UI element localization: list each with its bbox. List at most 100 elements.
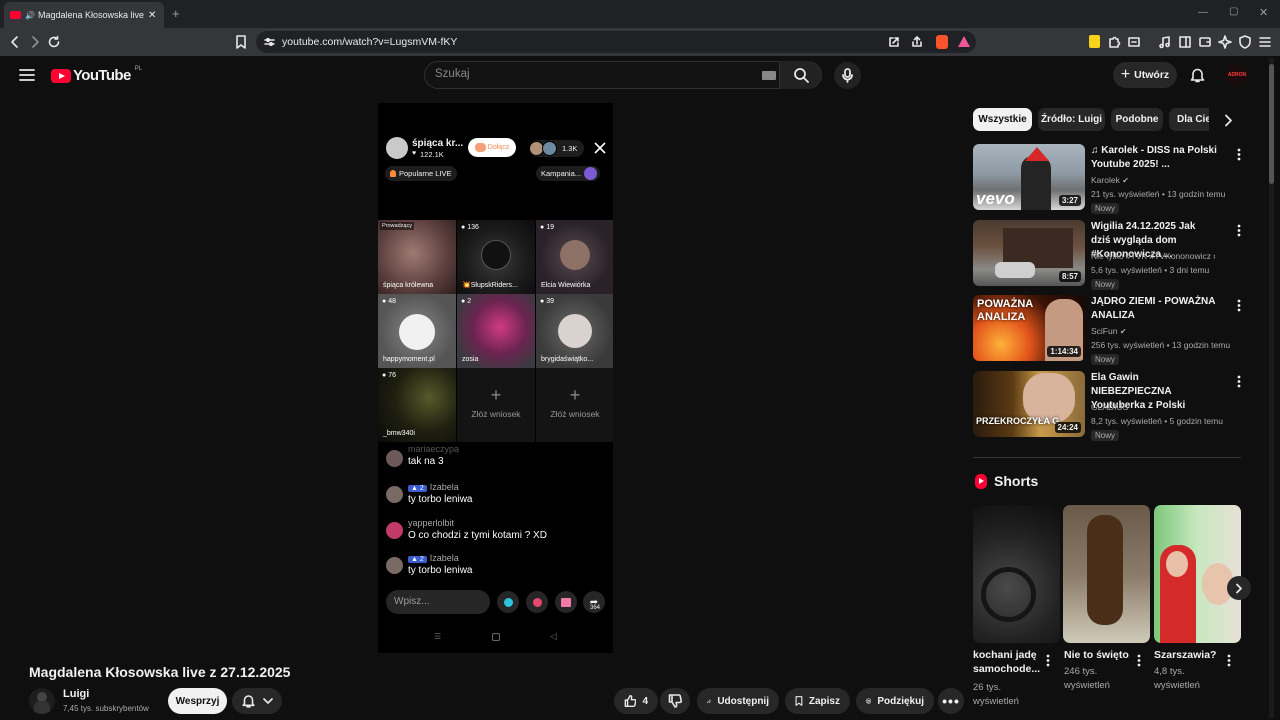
open-external-icon[interactable]: [888, 36, 900, 48]
recommended-video[interactable]: 8:57 Wigilia 24.12.2025 Jak dziś wygląda…: [973, 220, 1243, 290]
more-vert-icon[interactable]: [1046, 654, 1050, 667]
extensions-puzzle-icon[interactable]: [1107, 35, 1121, 49]
short-title[interactable]: Szarszawia?: [1154, 648, 1234, 662]
channel-name[interactable]: GLADIUS: [1091, 402, 1128, 412]
more-vert-icon[interactable]: [1137, 654, 1141, 667]
chip-related[interactable]: Podobne: [1111, 108, 1163, 131]
search-button[interactable]: [779, 61, 821, 89]
video-thumbnail[interactable]: vevo 3:27: [973, 144, 1085, 210]
video-title[interactable]: JĄDRO ZIEMI - POWAŻNA ANALIZA: [1091, 295, 1217, 323]
more-vert-icon[interactable]: [1227, 654, 1231, 667]
request-slot[interactable]: + Złóż wniosek: [536, 368, 613, 442]
recommended-video[interactable]: PRZEKROCZYŁA G 24:24 Ela Gawin NIEBEZPIE…: [973, 371, 1243, 441]
search-box[interactable]: Szukaj: [424, 61, 822, 89]
keyboard-icon[interactable]: [762, 71, 776, 80]
youtube-logo[interactable]: YouTube PL: [51, 66, 142, 84]
recommended-video[interactable]: vevo 3:27 ♫ Karolek - DISS na Polski You…: [973, 144, 1243, 214]
wallet-icon[interactable]: [1198, 35, 1212, 49]
more-vert-icon[interactable]: [1237, 299, 1241, 312]
chip-for-you[interactable]: Dla Cie: [1169, 108, 1209, 131]
brave-shields-icon[interactable]: [936, 35, 948, 49]
notifications-bell-icon[interactable]: [1190, 67, 1205, 83]
extension-icon[interactable]: [1089, 35, 1100, 48]
thanks-button[interactable]: Podziękuj: [856, 688, 934, 714]
share-button[interactable]: Udostępnij: [697, 688, 779, 714]
guests-icon[interactable]: [497, 591, 519, 613]
guest-tile[interactable]: ● 136 💥SłupskRiders...: [457, 220, 535, 294]
search-input[interactable]: Szukaj: [435, 68, 470, 80]
guest-tile[interactable]: ● 19 Elcia Wiewiórka: [536, 220, 613, 294]
chat-input[interactable]: Wpisz...: [386, 590, 490, 614]
channel-name[interactable]: Karolek ✔: [1091, 175, 1129, 185]
voice-search-button[interactable]: [834, 62, 861, 89]
more-actions-button[interactable]: •••: [938, 688, 964, 714]
scrollbar-thumb[interactable]: [1269, 64, 1274, 184]
short-thumbnail[interactable]: [973, 505, 1060, 643]
chip-source[interactable]: Źródło: Luigi: [1038, 108, 1105, 131]
page-scrollbar[interactable]: [1269, 58, 1274, 718]
channel-name[interactable]: Luigi: [63, 688, 89, 700]
video-thumbnail[interactable]: 8:57: [973, 220, 1085, 286]
rose-gift-icon[interactable]: [526, 591, 548, 613]
new-tab-button[interactable]: +: [172, 6, 180, 21]
brave-rewards-icon[interactable]: [958, 36, 970, 47]
bookmark-icon[interactable]: [235, 35, 247, 49]
back-icon[interactable]: [8, 35, 22, 49]
video-title[interactable]: ♫ Karolek - DISS na Polski Youtube 2025!…: [1091, 144, 1217, 172]
video-thumbnail[interactable]: POWAŻNA ANALIZA 1:14:34: [973, 295, 1085, 361]
shorts-next-button[interactable]: [1227, 576, 1251, 600]
hamburger-menu-icon[interactable]: [19, 68, 35, 82]
video-thumbnail[interactable]: PRZEKROCZYŁA G 24:24: [973, 371, 1085, 437]
short-title[interactable]: kochani jadę samochode...: [973, 648, 1053, 676]
close-window-button[interactable]: ✕: [1259, 6, 1268, 19]
campaign-badge[interactable]: Kampania...: [536, 166, 601, 181]
subscription-bell-button[interactable]: [232, 688, 282, 714]
minimize-button[interactable]: —: [1198, 7, 1208, 18]
site-settings-icon[interactable]: [264, 37, 275, 47]
create-button[interactable]: + Utwórz: [1113, 62, 1177, 88]
more-vert-icon[interactable]: [1237, 224, 1241, 237]
channel-avatar[interactable]: [29, 688, 55, 714]
guest-tile[interactable]: ● 76 _bmw340i: [378, 368, 456, 442]
maximize-button[interactable]: ▢: [1229, 6, 1238, 17]
short-thumbnail[interactable]: [1154, 505, 1241, 643]
music-icon[interactable]: [1158, 35, 1172, 49]
sidebar-icon[interactable]: [1178, 35, 1192, 49]
host-avatar[interactable]: [386, 137, 408, 159]
screenshot-icon[interactable]: [1127, 35, 1141, 49]
request-slot[interactable]: + Złóż wniosek: [457, 368, 535, 442]
popular-live-badge[interactable]: Popularne LIVE: [385, 166, 457, 181]
share-page-icon[interactable]: [911, 36, 923, 48]
gift-box-icon[interactable]: [555, 591, 577, 613]
more-vert-icon[interactable]: [1237, 375, 1241, 388]
guest-tile[interactable]: ● 48 happymoment.pl: [378, 294, 456, 368]
browser-menu-icon[interactable]: [1258, 35, 1272, 49]
browser-tab[interactable]: 🔊 Magdalena Kłosowska live z 27.12.2025 …: [4, 2, 164, 28]
forward-icon[interactable]: [28, 35, 42, 49]
short-title[interactable]: Nie to święto: [1064, 648, 1144, 662]
guest-tile[interactable]: ● 39 brygidaświątko...: [536, 294, 613, 368]
address-bar[interactable]: youtube.com/watch?v=LugsmVM-fKY: [256, 31, 976, 53]
channel-name[interactable]: Nie tylko #TVK #TVKononowicz #Szkoln...: [1091, 251, 1215, 261]
like-button[interactable]: 4: [614, 688, 658, 714]
video-player[interactable]: śpiąca kr... ♥ 122.1K Dołącz 1.3K Popula…: [378, 103, 613, 653]
tab-close-icon[interactable]: ✕: [148, 10, 156, 21]
vpn-shield-icon[interactable]: [1238, 35, 1252, 49]
avatar[interactable]: ADRON: [1226, 64, 1248, 86]
dislike-button[interactable]: [660, 688, 690, 714]
viewer-avatars[interactable]: 1.3K: [529, 140, 584, 157]
channel-name[interactable]: SciFun ✔: [1091, 326, 1127, 336]
chevron-right-icon[interactable]: [1223, 114, 1233, 127]
more-vert-icon[interactable]: [1237, 148, 1241, 161]
short-thumbnail[interactable]: [1063, 505, 1150, 643]
guest-tile[interactable]: ● 2 zosia: [457, 294, 535, 368]
save-button[interactable]: Zapisz: [785, 688, 850, 714]
join-button[interactable]: Dołącz: [468, 138, 516, 157]
recommended-video[interactable]: POWAŻNA ANALIZA 1:14:34 JĄDRO ZIEMI - PO…: [973, 295, 1243, 365]
leo-ai-icon[interactable]: [1218, 35, 1232, 49]
support-button[interactable]: Wesprzyj: [168, 688, 227, 714]
close-live-icon[interactable]: [594, 142, 606, 154]
guest-tile-host[interactable]: Prowadzący śpiąca królewna: [378, 220, 456, 294]
reload-icon[interactable]: [47, 35, 61, 49]
chip-all[interactable]: Wszystkie: [973, 108, 1032, 131]
